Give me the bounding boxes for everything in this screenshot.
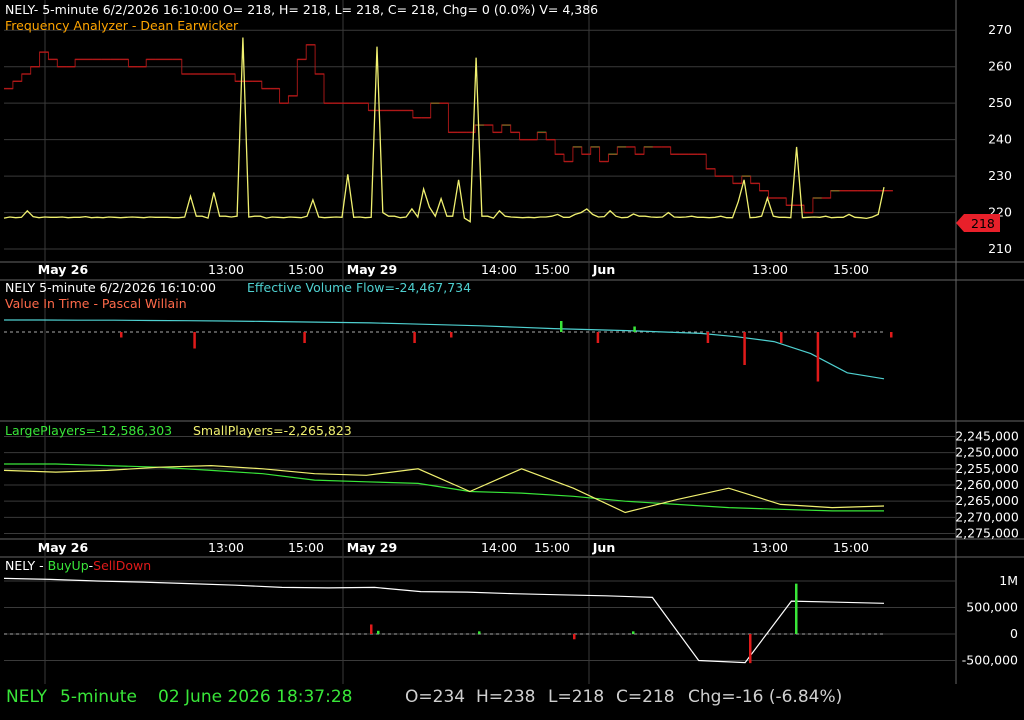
buyup-selldown-bar [632,631,635,634]
time-tick-label: 14:00 [481,540,517,555]
time-tick-label: 15:00 [833,540,869,555]
time-tick-label: Jun [592,262,615,277]
volume-bar [596,332,600,343]
time-tick-label: 15:00 [288,540,324,555]
price-tick-label: 240 [988,132,1012,147]
volume-bar [120,332,123,338]
status-interval: 5-minute [60,687,137,707]
volume-bar [633,326,636,332]
volume-bar [193,332,196,349]
volume-bar [450,332,453,338]
volume-bar [706,332,710,343]
time-tick-label: Jun [592,540,615,555]
status-datetime: 02 June 2026 18:37:28 [158,687,353,707]
buyup-selldown-bar [573,634,576,640]
panel1-study-title: Frequency Analyzer - Dean Earwicker [5,18,239,33]
time-tick-label: 15:00 [833,262,869,277]
time-tick-label: 13:00 [752,262,788,277]
status-low: L=218 [548,687,605,707]
last-price-tag: 218 [956,214,1000,232]
status-close: C=218 [616,687,675,707]
price-tick-label: 270 [988,22,1012,37]
time-tick-label: May 26 [38,540,89,555]
time-tick-label: 13:00 [752,540,788,555]
volume-bar [303,332,306,343]
players-tick-label: 2,255,000 [955,461,1019,476]
time-tick-label: 15:00 [534,540,570,555]
time-tick-label: May 29 [347,262,397,277]
buyup-selldown-bar [795,583,798,634]
players-tick-label: 2,250,000 [955,445,1019,460]
players-tick-label: 2,270,000 [955,509,1019,524]
price-tick-label: 210 [988,241,1012,256]
volume-bar [816,332,820,382]
players-axis: 2,245,000 2,250,0002,255,0002,260,0002,26… [955,428,1019,540]
panel2-study-title: Value In Time - Pascal Willain [5,296,187,311]
buyup-selldown-bar [478,631,481,634]
volume-bar [780,332,783,343]
panel2-header: NELY 5-minute 6/2/2026 16:10:00 [5,280,216,295]
players-tick-label: 2,260,000 [955,477,1019,492]
volume-bar [853,332,856,338]
time-tick-label: 15:00 [534,262,570,277]
time-tick-label: May 29 [347,540,397,555]
players-tick-label: 2,265,000 [955,493,1019,508]
buyup-tick-label: 500,000 [966,600,1018,615]
time-tick-label: 15:00 [288,262,324,277]
volume-bar [413,332,416,343]
price-tick-label: 260 [988,59,1012,74]
last-price-value: 218 [971,216,995,231]
buyup-tick-label: 0 [1010,626,1018,641]
status-change: Chg=-16 (-6.84%) [688,687,843,707]
status-high: H=238 [476,687,536,707]
small-players-label: SmallPlayers=-2,265,823 [193,423,352,438]
players-tick-label: 2,275,000 [955,526,1019,541]
time-tick-label: 13:00 [208,540,244,555]
price-tick-label: 230 [988,168,1012,183]
volume-bar [560,321,563,332]
players-tick-label: 2,245,000 [955,428,1019,443]
buyup-selldown-bar [370,624,373,634]
status-symbol: NELY [6,687,48,707]
large-players-label: LargePlayers=-12,586,303 [5,423,172,438]
chart-canvas: NELY- 5-minute 6/2/2026 16:10:00 O= 218,… [0,0,1024,684]
buyup-selldown-bar [377,630,380,634]
effective-volume-flow-label: Effective Volume Flow=-24,467,734 [247,280,471,295]
buyup-selldown-bar [749,634,752,664]
price-tick-label: 250 [988,95,1012,110]
volume-bar [743,332,746,365]
time-tick-label: 13:00 [208,262,244,277]
status-open: O=234 [405,687,466,707]
panel4-title: NELY - BuyUp-SellDown [5,558,151,573]
buyup-tick-label: 1M [999,573,1018,588]
time-tick-label: May 26 [38,262,89,277]
status-bar: NELY 5-minute 02 June 2026 18:37:28 O=23… [0,684,1024,720]
buyup-tick-label: -500,000 [962,653,1018,668]
panel1-header: NELY- 5-minute 6/2/2026 16:10:00 O= 218,… [5,2,598,17]
volume-bar [890,332,893,338]
time-tick-label: 14:00 [481,262,517,277]
